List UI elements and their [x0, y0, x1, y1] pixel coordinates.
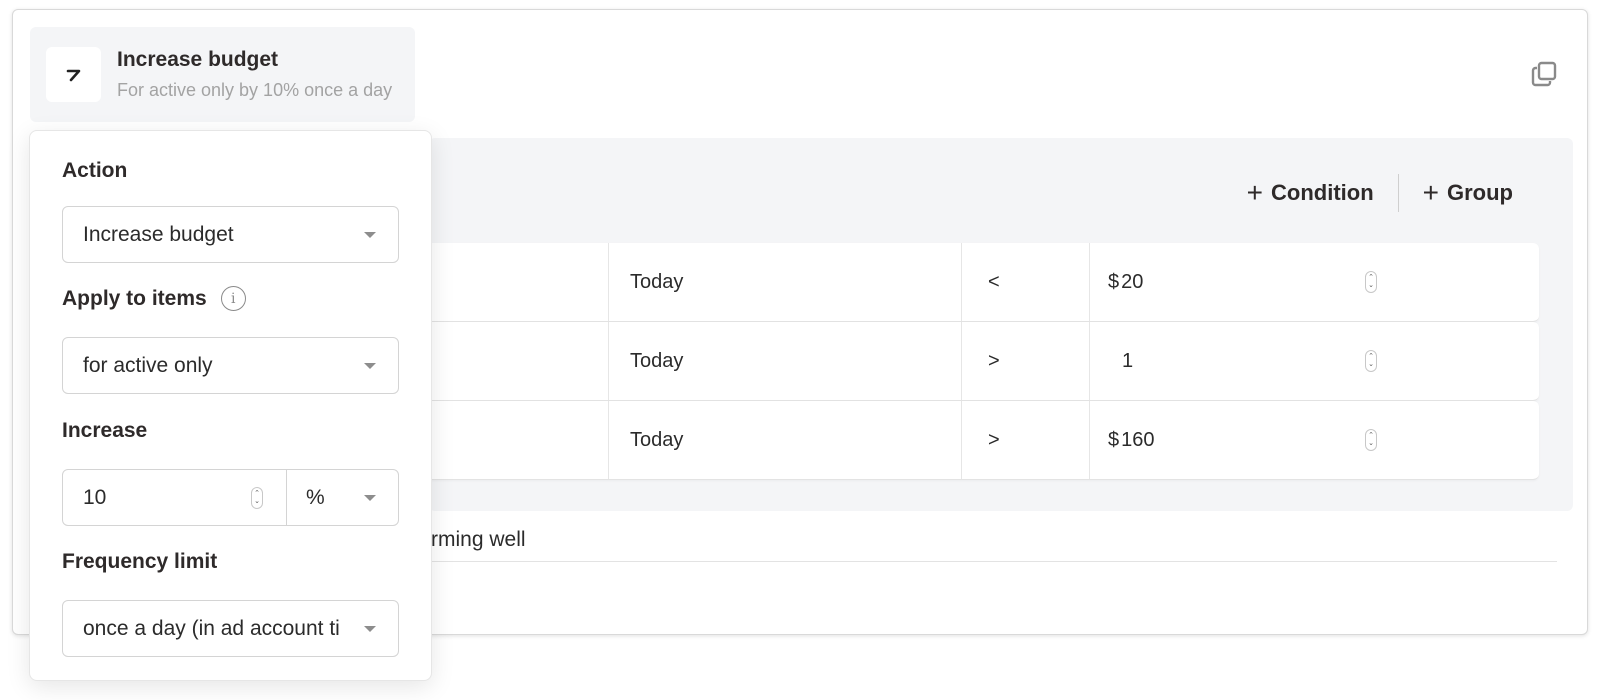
rule-title: Increase budget [117, 48, 279, 71]
rule-description-input[interactable]: rming well [431, 528, 526, 552]
caret-down-icon [364, 495, 376, 501]
action-label: Action [62, 159, 127, 183]
action-settings-popover: Action Increase budget Apply to items i … [29, 130, 432, 681]
number-stepper[interactable]: ⌃ ⌄ [1365, 350, 1377, 372]
action-label-text: Action [62, 159, 128, 182]
currency-symbol: $ [1108, 428, 1120, 451]
copy-icon [1531, 61, 1557, 87]
value-input[interactable]: $ 160 ⌃ ⌄ [1090, 401, 1539, 479]
metric-cell[interactable] [429, 322, 609, 400]
add-condition-label: Condition [1271, 180, 1374, 205]
caret-down-icon [364, 626, 376, 632]
operator-select[interactable]: > [962, 401, 1090, 479]
info-icon[interactable]: i [220, 286, 246, 311]
increase-unit-value: % [306, 485, 325, 509]
copy-button[interactable] [1529, 59, 1559, 89]
condition-row: Today > $ 160 ⌃ ⌄ [429, 401, 1539, 480]
add-group-button[interactable]: + Group [1399, 179, 1513, 207]
operator-select[interactable]: < [962, 243, 1090, 321]
panel-actions: + Condition + Group [1223, 174, 1513, 212]
increase-label-text: Increase [62, 419, 148, 442]
apply-to-items-select[interactable]: for active only [62, 337, 399, 394]
value-text: 20 [1121, 270, 1144, 293]
conditions-panel: + Condition + Group Today < $ 20 ⌃ ⌄ Tod… [429, 138, 1573, 511]
plus-icon: + [1246, 177, 1263, 208]
increase-amount-input-wrap: ⌃⌄ [63, 470, 287, 525]
value-text: 160 [1121, 428, 1155, 451]
increase-amount-input[interactable] [83, 485, 233, 510]
number-stepper[interactable]: ⌃ ⌄ [1365, 271, 1377, 293]
add-group-label: Group [1447, 180, 1513, 205]
apply-to-items-label: Apply to items i [62, 286, 246, 311]
action-select[interactable]: Increase budget [62, 206, 399, 263]
rule-header-chip[interactable]: Increase budget For active only by 10% o… [30, 27, 415, 122]
plus-icon: + [1422, 177, 1439, 208]
value-text: 1 [1122, 349, 1134, 372]
operator-select[interactable]: > [962, 322, 1090, 400]
rule-subtitle: For active only by 10% once a day [117, 80, 393, 100]
metric-cell[interactable] [429, 243, 609, 321]
condition-row: Today > 1 ⌃ ⌄ [429, 322, 1539, 401]
frequency-select-value: once a day (in ad account ti [83, 616, 340, 640]
caret-down-icon [364, 232, 376, 238]
condition-row: Today < $ 20 ⌃ ⌄ [429, 243, 1539, 322]
frequency-limit-label: Frequency limit [62, 550, 217, 574]
number-stepper[interactable]: ⌃ ⌄ [251, 487, 263, 509]
currency-symbol: $ [1108, 270, 1120, 293]
increase-field: ⌃⌄ % [62, 469, 399, 526]
frequency-limit-select[interactable]: once a day (in ad account ti [62, 600, 399, 657]
arrow-up-right-icon [46, 47, 101, 102]
frequency-label-text: Frequency limit [62, 550, 218, 573]
value-input[interactable]: 1 ⌃ ⌄ [1090, 322, 1539, 400]
apply-label-text: Apply to items [62, 286, 207, 310]
period-select[interactable]: Today [609, 401, 962, 479]
add-condition-button[interactable]: + Condition [1223, 179, 1398, 207]
increase-unit-select[interactable]: % [287, 470, 398, 525]
value-input[interactable]: $ 20 ⌃ ⌄ [1090, 243, 1539, 321]
action-select-value: Increase budget [83, 222, 234, 246]
apply-select-value: for active only [83, 353, 213, 377]
period-select[interactable]: Today [609, 322, 962, 400]
description-underline [431, 561, 1557, 562]
metric-cell[interactable] [429, 401, 609, 479]
period-select[interactable]: Today [609, 243, 962, 321]
increase-label: Increase [62, 419, 147, 443]
number-stepper[interactable]: ⌃ ⌄ [1365, 429, 1377, 451]
caret-down-icon [364, 363, 376, 369]
condition-rows: Today < $ 20 ⌃ ⌄ Today > 1 ⌃ ⌄ Today > $… [429, 243, 1539, 480]
